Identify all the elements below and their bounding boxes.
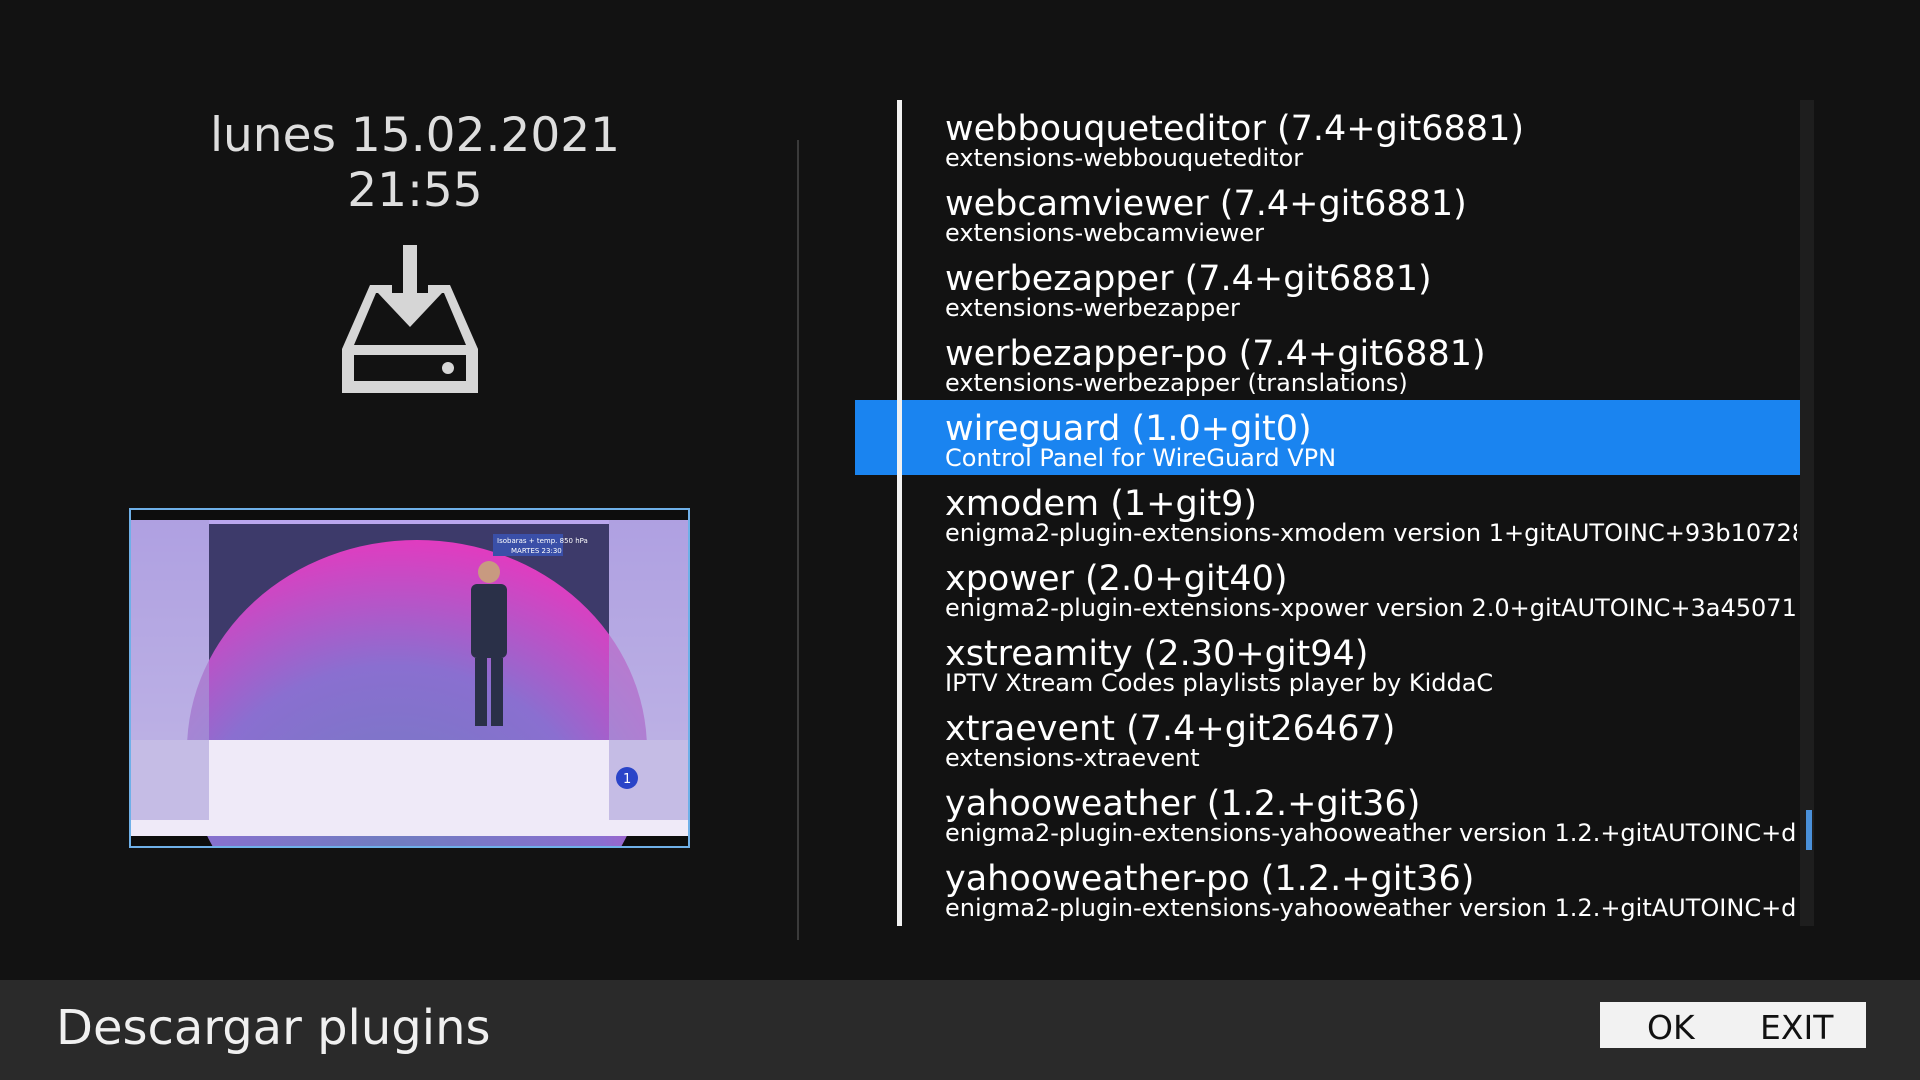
download-tray-icon [340, 245, 490, 395]
tv-preview-window: Isobaras + temp. 850 hPa MARTES 23:30 1 [129, 508, 690, 848]
plugin-name: xtraevent (7.4+git26467) [945, 709, 1396, 749]
plugin-name: werbezapper (7.4+git6881) [945, 259, 1432, 299]
plugin-list[interactable]: webbouqueteditor (7.4+git6881) extension… [855, 100, 1800, 926]
plugin-description: enigma2-plugin-extensions-yahooweather v… [945, 820, 1797, 846]
plugin-name: xmodem (1+git9) [945, 484, 1258, 524]
plugin-description: extensions-werbezapper (translations) [945, 370, 1408, 396]
plugin-description: extensions-werbezapper [945, 295, 1240, 321]
list-item[interactable]: webbouqueteditor (7.4+git6881) extension… [855, 100, 1800, 175]
ok-button[interactable]: OK [1647, 1008, 1695, 1047]
plugin-description: Control Panel for WireGuard VPN [945, 445, 1337, 471]
preview-overlay-line2: MARTES 23:30 [511, 547, 562, 555]
preview-channel-badge: 1 [623, 772, 631, 787]
preview-overlay-line1: Isobaras + temp. 850 hPa [497, 537, 588, 545]
plugin-description: extensions-xtraevent [945, 745, 1200, 771]
plugin-name: wireguard (1.0+git0) [945, 409, 1312, 449]
plugin-description: extensions-webbouqueteditor [945, 145, 1304, 171]
datetime-display: lunes 15.02.2021 21:55 [209, 108, 621, 218]
list-item[interactable]: werbezapper-po (7.4+git6881) extensions-… [855, 325, 1800, 400]
plugin-name: yahooweather-po (1.2.+git36) [945, 859, 1475, 899]
list-item[interactable]: xstreamity (2.30+git94) IPTV Xtream Code… [855, 625, 1800, 700]
plugin-description: enigma2-plugin-extensions-yahooweather v… [945, 895, 1797, 921]
list-item[interactable]: yahooweather (1.2.+git36) enigma2-plugin… [855, 775, 1800, 850]
plugin-name: werbezapper-po (7.4+git6881) [945, 334, 1486, 374]
list-item-selected[interactable]: wireguard (1.0+git0) Control Panel for W… [855, 400, 1800, 475]
plugin-name: webbouqueteditor (7.4+git6881) [945, 109, 1525, 149]
plugin-name: xstreamity (2.30+git94) [945, 634, 1369, 674]
panel-divider [797, 140, 799, 940]
plugin-description: enigma2-plugin-extensions-xpower version… [945, 595, 1797, 621]
exit-button[interactable]: EXIT [1760, 1008, 1833, 1047]
plugin-name: yahooweather (1.2.+git36) [945, 784, 1421, 824]
plugin-description: enigma2-plugin-extensions-xmodem version… [945, 520, 1797, 546]
plugin-name: webcamviewer (7.4+git6881) [945, 184, 1467, 224]
screen-title: Descargar plugins [56, 1000, 491, 1056]
list-item[interactable]: werbezapper (7.4+git6881) extensions-wer… [855, 250, 1800, 325]
plugin-name: xpower (2.0+git40) [945, 559, 1288, 599]
list-item[interactable]: webcamviewer (7.4+git6881) extensions-we… [855, 175, 1800, 250]
plugin-browser-screen: lunes 15.02.2021 21:55 Isobaras + temp. … [0, 0, 1920, 1080]
plugin-description: IPTV Xtream Codes playlists player by Ki… [945, 670, 1494, 696]
list-rail [897, 100, 902, 926]
list-item[interactable]: yahooweather-po (1.2.+git36) enigma2-plu… [855, 850, 1800, 925]
list-scrollbar[interactable] [1800, 100, 1814, 926]
footer-button-panel: OK EXIT [1600, 1002, 1866, 1048]
list-item[interactable]: xmodem (1+git9) enigma2-plugin-extension… [855, 475, 1800, 550]
list-item[interactable]: xtraevent (7.4+git26467) extensions-xtra… [855, 700, 1800, 775]
plugin-description: extensions-webcamviewer [945, 220, 1264, 246]
scrollbar-thumb[interactable] [1806, 810, 1812, 850]
footer-bar: Descargar plugins OK EXIT [0, 980, 1920, 1080]
list-item[interactable]: xpower (2.0+git40) enigma2-plugin-extens… [855, 550, 1800, 625]
